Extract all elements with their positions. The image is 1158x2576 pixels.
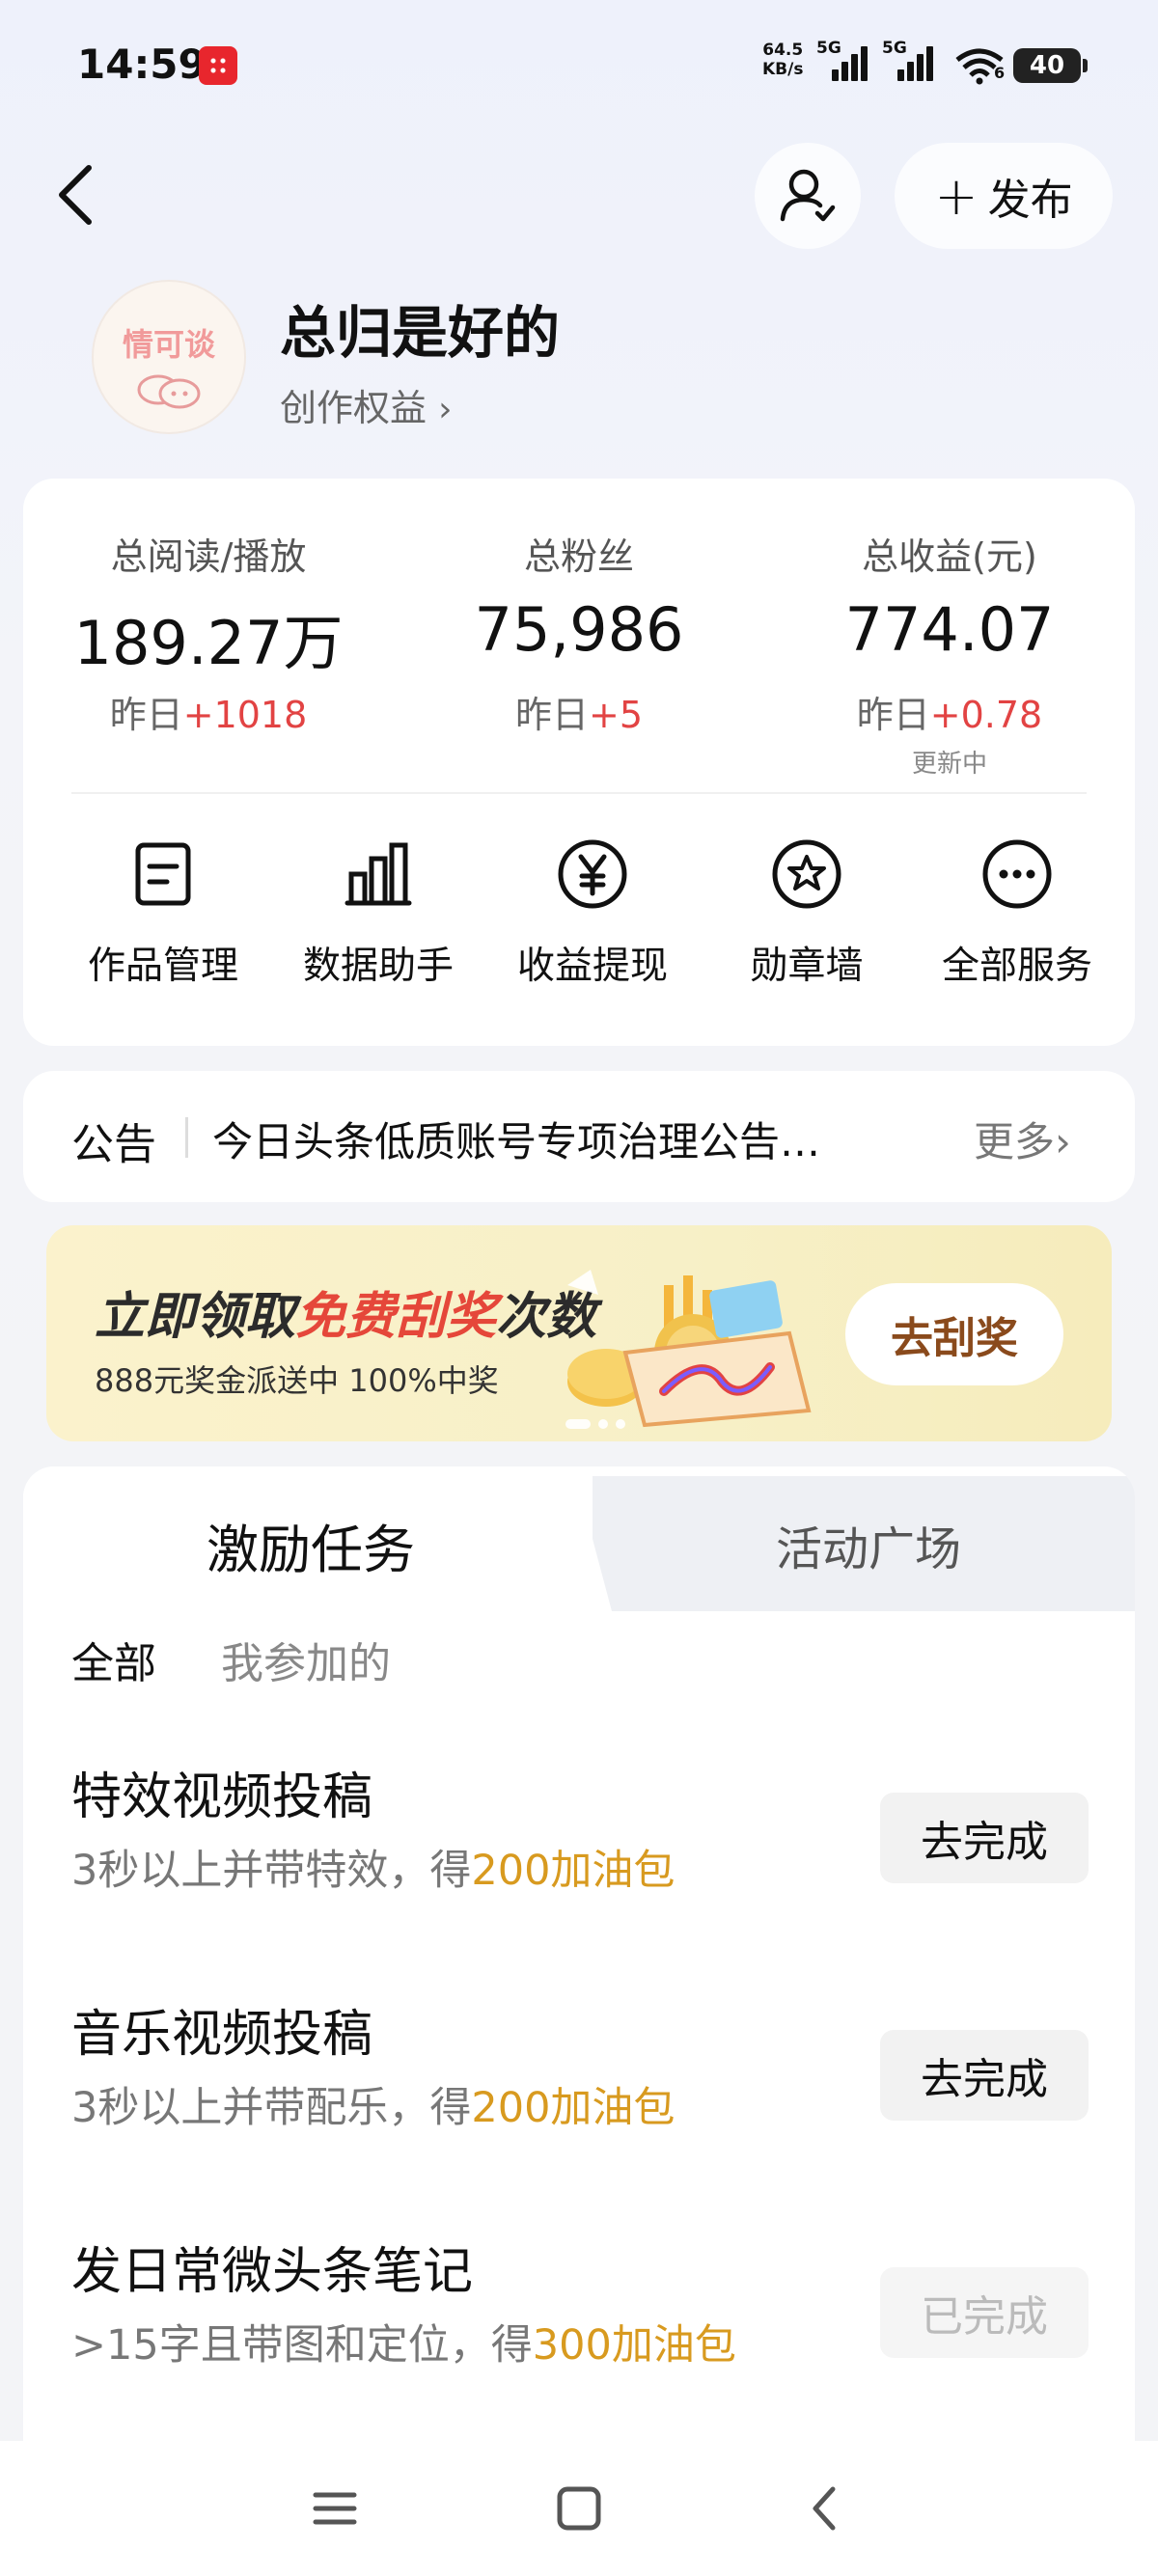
system-nav-bar <box>0 2441 1158 2576</box>
battery-icon: 40 <box>1013 48 1088 83</box>
announcement-bar[interactable]: 公告 今日头条低质账号专项治理公告… 更多› <box>23 1071 1135 1202</box>
filter-all[interactable]: 全部 <box>71 1629 156 1690</box>
scratch-card-illustration <box>567 1270 812 1428</box>
menu-icon[interactable] <box>306 2480 364 2537</box>
task-item: 发日常微头条笔记 >15字且带图和定位，得300加油包 已完成 <box>23 2231 1135 2424</box>
tasks-panel: 激励任务 活动广场 全部 我参加的 特效视频投稿 3秒以上并带特效，得200加油… <box>23 1466 1135 2441</box>
creator-rights-link[interactable]: 创作权益 › <box>280 378 453 431</box>
service-medal-wall[interactable]: 勋章墙 <box>701 836 913 990</box>
announcement-title: 公告 <box>71 1120 156 1169</box>
tab-incentive-tasks[interactable]: 激励任务 <box>207 1507 415 1583</box>
tab-activity-square[interactable]: 活动广场 <box>776 1511 961 1578</box>
app-notification-icon <box>199 46 237 85</box>
banner-subtitle: 888元奖金派送中 100%中奖 <box>95 1362 499 1399</box>
medal-icon <box>772 839 841 909</box>
task-title: 特效视频投稿 <box>71 1768 373 1826</box>
chevron-right-icon: › <box>1055 1118 1071 1165</box>
chevron-right-icon: › <box>438 390 453 429</box>
updating-label: 更新中 <box>911 750 987 779</box>
network-speed: 64.5 KB/s <box>762 41 804 79</box>
follow-user-button[interactable] <box>755 143 861 249</box>
status-time: 14:59 <box>77 41 207 88</box>
task-item: 特效视频投稿 3秒以上并带特效，得200加油包 去完成 <box>23 1756 1135 1949</box>
task-desc: 3秒以上并带特效，得200加油包 <box>71 1847 676 1895</box>
user-check-icon <box>780 169 836 222</box>
divider <box>71 792 1087 794</box>
publish-label: 发布 <box>987 176 1073 225</box>
service-all-services[interactable]: 全部服务 <box>911 836 1123 990</box>
wifi-sub-label: 6 <box>994 64 1006 82</box>
avatar[interactable]: 情可谈 <box>92 280 246 434</box>
service-withdraw[interactable]: 收益提现 <box>486 836 699 990</box>
task-item: 音乐视频投稿 3秒以上并带配乐，得200加油包 去完成 <box>23 1993 1135 2186</box>
username: 总归是好的 <box>280 300 561 366</box>
chat-bubbles-icon <box>94 372 244 418</box>
banner-title: 立即领取免费刮奖次数 <box>95 1288 597 1346</box>
filter-joined[interactable]: 我参加的 <box>221 1629 391 1690</box>
task-complete-button[interactable]: 去完成 <box>880 1793 1089 1883</box>
back-button[interactable] <box>48 156 106 233</box>
task-done-button: 已完成 <box>880 2267 1089 2358</box>
task-complete-button[interactable]: 去完成 <box>880 2030 1089 2121</box>
document-icon <box>135 842 191 906</box>
service-data-assistant[interactable]: 数据助手 <box>272 836 484 990</box>
task-desc: >15字且带图和定位，得300加油包 <box>71 2321 736 2370</box>
yuan-icon <box>558 839 627 909</box>
scratch-button[interactable]: 去刮奖 <box>845 1283 1063 1385</box>
announcement-text[interactable]: 今日头条低质账号专项治理公告… <box>212 1110 926 1168</box>
signal-icon <box>897 44 944 81</box>
plus-icon: + <box>934 165 979 227</box>
task-title: 发日常微头条笔记 <box>71 2243 474 2301</box>
chevron-left-icon <box>59 165 92 225</box>
scratch-card-banner[interactable]: 立即领取免费刮奖次数 888元奖金派送中 100%中奖 去刮奖 <box>46 1225 1112 1441</box>
task-desc: 3秒以上并带配乐，得200加油包 <box>71 2084 676 2132</box>
publish-button[interactable]: + 发布 <box>895 143 1113 249</box>
bar-chart-icon <box>345 842 412 906</box>
status-bar: 14:59 64.5 KB/s 5G 5G 6 40 <box>0 0 1158 125</box>
task-title: 音乐视频投稿 <box>71 2006 373 2064</box>
signal-icon <box>832 44 878 81</box>
divider <box>185 1117 188 1158</box>
service-works-management[interactable]: 作品管理 <box>57 836 269 990</box>
back-nav-icon[interactable] <box>796 2480 854 2537</box>
banner-pagination <box>565 1414 633 1433</box>
more-icon <box>982 839 1052 909</box>
home-icon[interactable] <box>550 2480 608 2537</box>
avatar-text: 情可谈 <box>122 326 215 363</box>
stats-card: 总阅读/播放 189.27万 昨日+1018 总粉丝 75,986 昨日+5 总… <box>23 479 1135 1046</box>
more-link[interactable]: 更多› <box>974 1110 1071 1168</box>
